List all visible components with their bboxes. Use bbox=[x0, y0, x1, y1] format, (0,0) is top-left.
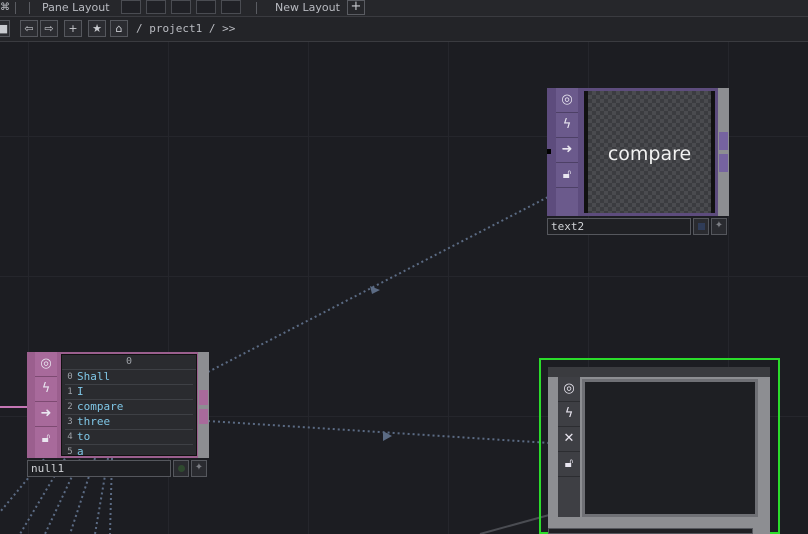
table-header: 0 bbox=[62, 355, 196, 370]
table-row: 4 to bbox=[65, 430, 193, 445]
table-row: 1I bbox=[65, 385, 193, 400]
wire-arrow bbox=[370, 286, 380, 294]
table-viewer: 0 0 Shall 1I 2 compare 3 three 4 to 5a bbox=[61, 354, 197, 456]
cook-icon[interactable]: ϟ bbox=[558, 402, 580, 427]
bypass-toggle[interactable] bbox=[173, 460, 189, 477]
close-icon[interactable]: ✕ bbox=[558, 427, 580, 452]
table-row: 2 compare bbox=[65, 400, 193, 415]
node-name[interactable] bbox=[548, 528, 753, 534]
pin-toggle[interactable]: ✦ bbox=[711, 218, 727, 235]
node-name[interactable]: null1 bbox=[27, 460, 171, 477]
cook-icon[interactable]: ϟ bbox=[556, 113, 578, 138]
output-connector[interactable] bbox=[199, 409, 208, 424]
export-arrow-icon[interactable]: ➜ bbox=[556, 138, 578, 163]
text2-node[interactable]: ◎ ϟ ➜ 🔓︎ compare text2 ✦ bbox=[547, 88, 729, 236]
node-viewer bbox=[582, 379, 758, 517]
wire-arrow bbox=[383, 431, 392, 441]
table-rows: 0 Shall 1I 2 compare 3 three 4 to 5a bbox=[65, 370, 193, 455]
output-connector[interactable] bbox=[719, 132, 728, 150]
node-icons: ◎ ϟ ➜ 🔓︎ bbox=[35, 352, 57, 458]
viewer-icon[interactable]: ◎ bbox=[556, 88, 578, 113]
wire-null1-selected bbox=[207, 420, 551, 444]
bypass-toggle[interactable] bbox=[693, 218, 709, 235]
viewer-icon[interactable]: ◎ bbox=[558, 377, 580, 402]
null1-node[interactable]: ◎ ϟ ➜ 🔓︎ 0 0 Shall 1I 2 compare 3 three 4 to… bbox=[27, 352, 209, 478]
export-arrow-icon[interactable]: ➜ bbox=[35, 402, 57, 427]
selected-node[interactable]: ◎ ϟ ✕ 🔓︎ bbox=[539, 358, 780, 534]
table-row: 3 three bbox=[65, 415, 193, 430]
viewer-text: compare bbox=[607, 143, 692, 165]
table-row: 0 Shall bbox=[65, 370, 193, 385]
wire-null1-text2 bbox=[207, 195, 551, 373]
lock-icon[interactable]: 🔓︎ bbox=[35, 427, 57, 451]
node-icons: ◎ ϟ ➜ 🔓︎ bbox=[556, 88, 578, 216]
node-viewer: compare bbox=[584, 91, 715, 213]
table-row: 5a bbox=[65, 445, 193, 455]
node-name[interactable]: text2 bbox=[547, 218, 691, 235]
cook-icon[interactable]: ϟ bbox=[35, 377, 57, 402]
lock-icon[interactable]: 🔓︎ bbox=[558, 452, 580, 477]
output-connector[interactable] bbox=[719, 154, 728, 172]
pin-toggle[interactable]: ✦ bbox=[191, 460, 207, 477]
viewer-icon[interactable]: ◎ bbox=[35, 352, 57, 377]
output-connector[interactable] bbox=[199, 390, 208, 405]
node-icons: ◎ ϟ ✕ 🔓︎ bbox=[558, 377, 580, 517]
lock-icon[interactable]: 🔓︎ bbox=[556, 163, 578, 188]
